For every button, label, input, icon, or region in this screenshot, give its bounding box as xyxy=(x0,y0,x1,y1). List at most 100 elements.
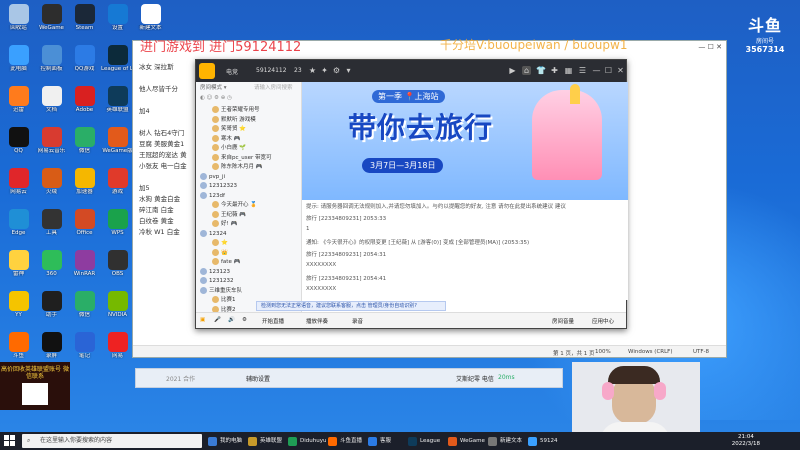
channel-tree-item[interactable]: fate 🎮 xyxy=(212,258,240,267)
taskbar-clock[interactable]: 21:04 2022/3/18 xyxy=(732,434,760,448)
channel-tree-item[interactable]: 小白鹿 🌱 xyxy=(212,144,246,153)
speaker-icon[interactable]: 🔊 xyxy=(228,317,235,323)
channel-tree-item[interactable]: 123df xyxy=(200,191,225,201)
mic-icon[interactable]: 🎤 xyxy=(214,317,221,323)
desktop-icon[interactable]: 设置 xyxy=(101,2,134,44)
desktop-icon[interactable]: Office xyxy=(68,207,101,249)
taskbar-app[interactable]: 斗鱼直播 xyxy=(328,435,362,447)
desktop-icon[interactable]: 英雄联盟 xyxy=(101,84,134,126)
list-icon[interactable]: ☰ xyxy=(578,66,587,75)
channel-tree-item[interactable]: 👑 xyxy=(212,248,228,258)
desktop-icon[interactable]: 文档 xyxy=(35,84,68,126)
channel-tree-item[interactable]: 12324 xyxy=(200,229,227,239)
channel-tree-item[interactable]: 三维重庆车队 xyxy=(200,286,242,296)
taskbar-app[interactable]: 59124 xyxy=(528,435,558,447)
desktop-icon[interactable]: 此电脑 xyxy=(2,43,35,85)
taskbar-app[interactable]: WeGame xyxy=(448,435,485,447)
desktop-icon[interactable]: 笔记 xyxy=(68,330,101,372)
desktop-icon[interactable]: QQ游戏 xyxy=(68,43,101,85)
desktop-icon[interactable]: WeGame xyxy=(35,2,68,44)
desktop-icon[interactable]: League of Legends xyxy=(101,43,134,85)
gear-icon[interactable]: ⚙ xyxy=(332,66,341,75)
taskbar-app[interactable]: 我的电脑 xyxy=(208,435,242,447)
channel-tree-item[interactable]: pvp_ji xyxy=(200,172,225,182)
maximize-icon[interactable]: ☐ xyxy=(604,66,613,75)
desktop-icon[interactable]: 工具 xyxy=(35,207,68,249)
desktop-icon[interactable]: WeGame版 xyxy=(101,125,134,167)
voice-notice-bar[interactable]: 检测到您无法正常语音，建议您联系客服，点击 管理员/身份自动识别? xyxy=(256,301,446,311)
star-icon-2[interactable]: ✦ xyxy=(320,66,329,75)
desktop-icon[interactable]: Edge xyxy=(2,207,35,249)
tree-toolbar-icons[interactable]: ◐ ☺ ⚙ ⊕ ◷ xyxy=(200,94,232,103)
taskbar-search-input[interactable]: ⌕ 在这里输入你要搜索的内容 xyxy=(22,434,202,448)
desktop-icon[interactable]: 网易 xyxy=(101,330,134,372)
channel-tree-item[interactable]: 比赛1 xyxy=(212,296,236,305)
gamepad-icon[interactable]: ✚ xyxy=(550,66,559,75)
video-icon[interactable]: ▶ xyxy=(508,66,517,75)
app-center-button[interactable]: 应用中心 xyxy=(592,317,614,325)
channel-tree-item[interactable]: 12312323 xyxy=(200,182,237,191)
desktop-icon[interactable]: Adobe xyxy=(68,84,101,126)
desktop-icon[interactable]: QQ xyxy=(2,125,35,167)
desktop-icon[interactable]: 网易云 xyxy=(2,166,35,208)
star-icon[interactable]: ★ xyxy=(308,66,317,75)
channel-tree-item[interactable]: 陈东陈木月月 🎮 xyxy=(212,163,263,172)
start-live-button[interactable]: 开始直播 xyxy=(262,317,284,325)
desktop-icon[interactable]: WPS xyxy=(101,207,134,249)
play-music-button[interactable]: 播放伴奏 xyxy=(306,317,328,325)
desktop-icon[interactable]: 游戏 xyxy=(101,166,134,208)
channel-tree-item[interactable]: 笑哥贸 ⭐ xyxy=(212,125,246,134)
channel-tree-item[interactable]: 王者荣耀专用号 xyxy=(212,106,260,115)
desktop-icon[interactable]: 网易云音乐 xyxy=(35,125,68,167)
grid-icon[interactable]: ▦ xyxy=(564,66,573,75)
channel-tree-item[interactable]: ⭐ xyxy=(212,239,228,248)
taskbar-app[interactable]: 新建文本 xyxy=(488,435,522,447)
taskbar-app[interactable]: Diduhuyu xyxy=(288,435,326,447)
room-volume-button[interactable]: 房间音量 xyxy=(552,317,574,325)
home-tab-icon[interactable]: ⌂ xyxy=(522,66,531,75)
event-banner[interactable]: 第一季 📍上海站 带你去旅行 3月7日—3月18日 xyxy=(302,82,628,200)
desktop-icon[interactable]: 微信 xyxy=(68,125,101,167)
shirt-icon[interactable]: 👕 xyxy=(536,66,546,75)
helper-settings-button[interactable]: 辅助设置 xyxy=(246,374,270,383)
channel-tree-item[interactable]: 今天最开心 🏅 xyxy=(212,201,257,210)
desktop-icon[interactable]: OBS xyxy=(101,248,134,290)
app-bottom-toolbar[interactable]: ▣ 🎤 🔊 ⚙ 开始直播 播放伴奏 录音 房间音量 应用中心 xyxy=(196,312,626,328)
channel-tree-item[interactable]: 123123 xyxy=(200,267,230,277)
voice-chat-app-window[interactable]: 电竞 59124112 23 ★ ✦ ⚙ ▾ ▶ ⌂ 👕 ✚ ▦ ☰ — ☐ ✕… xyxy=(195,59,628,329)
close-icon[interactable]: ✕ xyxy=(616,66,625,75)
editor-window-controls[interactable]: — ☐ ✕ xyxy=(698,43,722,51)
desktop-icon[interactable]: 微信 xyxy=(68,289,101,331)
taskbar-app[interactable]: League xyxy=(408,435,440,447)
taskbar-app[interactable]: 英雄联盟 xyxy=(248,435,282,447)
chat-area[interactable]: 提示: 请服务器回调无法规则加入,并请您勿填加入。与约以提醒您的好友, 注意 请… xyxy=(302,200,628,300)
room-mode-dropdown[interactable]: 房间模式 ▾ xyxy=(200,84,227,93)
channel-tree-item[interactable]: 寒木 🎮 xyxy=(212,134,241,144)
channel-tree-item[interactable]: 来自pc_user 带宽可 xyxy=(212,153,272,163)
room-search-input[interactable]: 请输入房间搜索 xyxy=(254,84,293,93)
desktop-icon[interactable]: 360 xyxy=(35,248,68,290)
desktop-icon[interactable]: 助手 xyxy=(35,289,68,331)
desktop-icon[interactable]: NVIDIA xyxy=(101,289,134,331)
channel-tree-item[interactable]: 1231232 xyxy=(200,277,234,286)
channel-tree-item[interactable]: 王纪薇 🎮 xyxy=(212,210,246,220)
desktop-icon[interactable]: 加速器 xyxy=(68,166,101,208)
channel-tree-item[interactable]: 默默听 游戏模 xyxy=(212,115,256,125)
desktop-icon[interactable]: 火绒 xyxy=(35,166,68,208)
taskbar[interactable]: ⌕ 在这里输入你要搜索的内容 我的电脑 英雄联盟 Diduhuyu 斗鱼直播 客服 Lea… xyxy=(0,432,800,450)
channel-tree[interactable]: 房间模式 ▾ 请输入房间搜索 ◐ ☺ ⚙ ⊕ ◷ 王者荣耀专用号 默默听 游戏模笑… xyxy=(196,82,302,320)
desktop-icon[interactable]: Steam xyxy=(68,2,101,44)
menu-icon[interactable]: ▾ xyxy=(344,66,353,75)
settings-icon[interactable]: ⚙ xyxy=(242,317,247,323)
desktop-icon[interactable]: 回收站 xyxy=(2,2,35,44)
desktop-icon[interactable]: YY xyxy=(2,289,35,331)
desktop-icon[interactable]: 雷神 xyxy=(2,248,35,290)
taskbar-app[interactable]: 客服 xyxy=(368,435,391,447)
minimize-icon[interactable]: — xyxy=(592,66,601,75)
helper-bar[interactable]: 2021 合作 辅助设置 艾斯纪零 电信 20ms xyxy=(135,368,563,388)
desktop-icon[interactable]: 控制面板 xyxy=(35,43,68,85)
home-icon[interactable] xyxy=(199,63,215,79)
channel-tree-item[interactable]: 好! 🎮 xyxy=(212,220,237,229)
record-button[interactable]: 录音 xyxy=(352,317,363,325)
app-titlebar[interactable]: 电竞 59124112 23 ★ ✦ ⚙ ▾ ▶ ⌂ 👕 ✚ ▦ ☰ — ☐ ✕ xyxy=(196,60,626,82)
